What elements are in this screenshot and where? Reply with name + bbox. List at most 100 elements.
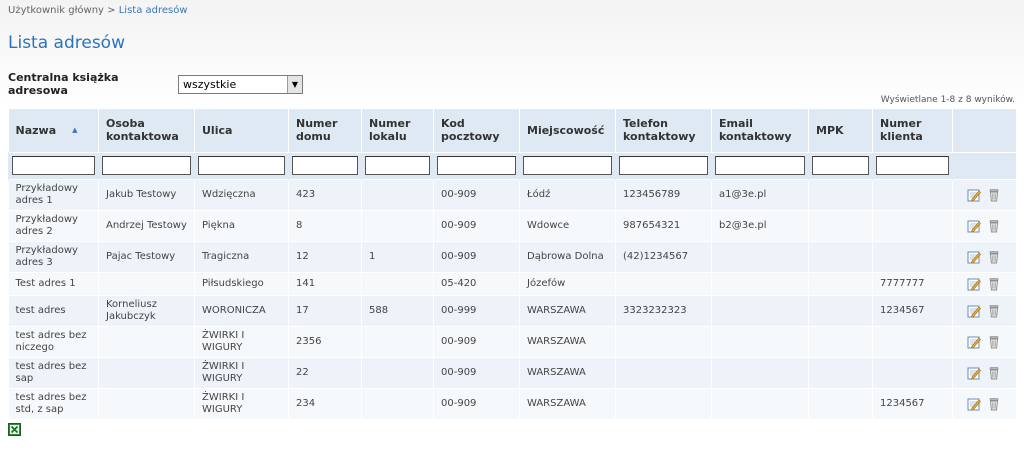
column-header-telefon-kontaktowy[interactable]: Telefon kontaktowy — [615, 109, 712, 152]
column-header-mpk[interactable]: MPK — [808, 109, 873, 152]
filter-miejscowosc-input[interactable] — [523, 156, 612, 175]
cell-mpk — [808, 240, 873, 272]
edit-icon[interactable] — [967, 397, 982, 411]
filter-numer-lokalu-input[interactable] — [365, 156, 430, 175]
results-count: Wyświetlane 1-8 z 8 wyników. — [880, 95, 1015, 105]
address-book-select[interactable]: wszystkie ▼ — [178, 74, 303, 94]
filter-ulica-input[interactable] — [198, 156, 285, 175]
cell-numer-domu: 234 — [288, 387, 362, 419]
cell-mpk — [808, 209, 873, 241]
edit-icon[interactable] — [967, 366, 982, 380]
edit-icon[interactable] — [967, 335, 982, 349]
delete-icon[interactable] — [987, 397, 1001, 411]
delete-icon[interactable] — [987, 304, 1001, 318]
cell-telefon-kontaktowy — [615, 387, 712, 419]
cell-mpk — [808, 178, 873, 210]
cell-kod-pocztowy: 00-999 — [433, 294, 520, 326]
cell-nazwa: Przykładowy adres 2 — [8, 209, 99, 241]
table-row: Test adres 1 Piłsudskiego 141 05-420 Józefów… — [8, 271, 1016, 295]
cell-osoba-kontaktowa — [98, 356, 195, 388]
filter-nazwa-input[interactable] — [12, 156, 95, 175]
edit-icon[interactable] — [967, 277, 982, 291]
address-table: Nazwa ▲ Osoba kontaktowa Ulica Numer domu… — [8, 109, 1016, 419]
cell-email-kontaktowy: a1@3e.pl — [711, 178, 809, 210]
cell-miejscowosc: Łódź — [519, 178, 616, 210]
cell-mpk — [808, 356, 873, 388]
breadcrumb-separator: > — [107, 5, 116, 16]
delete-icon[interactable] — [987, 335, 1001, 349]
edit-icon[interactable] — [967, 219, 982, 233]
edit-icon[interactable] — [967, 250, 982, 264]
table-header-row: Nazwa ▲ Osoba kontaktowa Ulica Numer domu… — [8, 109, 1016, 152]
cell-email-kontaktowy — [711, 271, 809, 295]
delete-icon[interactable] — [987, 188, 1001, 202]
column-header-numer-lokalu[interactable]: Numer lokalu — [361, 109, 434, 152]
cell-osoba-kontaktowa: Pajac Testowy — [98, 240, 195, 272]
cell-telefon-kontaktowy: 3323232323 — [615, 294, 712, 326]
filter-kod-pocztowy-input[interactable] — [437, 156, 516, 175]
page-title: Lista adresów — [8, 33, 125, 53]
cell-numer-klienta — [872, 209, 953, 241]
cell-kod-pocztowy: 00-909 — [433, 356, 520, 388]
cell-numer-klienta: 1234567 — [872, 387, 953, 419]
filter-numer-domu-input[interactable] — [292, 156, 358, 175]
chevron-down-icon[interactable]: ▼ — [287, 75, 302, 93]
excel-export-icon[interactable] — [8, 423, 21, 436]
breadcrumb-root[interactable]: Użytkownik główny — [8, 5, 104, 16]
delete-icon[interactable] — [987, 277, 1001, 291]
cell-numer-klienta — [872, 325, 953, 357]
cell-kod-pocztowy: 00-909 — [433, 387, 520, 419]
cell-numer-domu: 8 — [288, 209, 362, 241]
edit-icon[interactable] — [967, 304, 982, 318]
cell-miejscowosc: WARSZAWA — [519, 356, 616, 388]
column-header-email-kontaktowy[interactable]: Email kontaktowy — [711, 109, 809, 152]
column-header-nazwa[interactable]: Nazwa ▲ — [8, 109, 99, 152]
cell-telefon-kontaktowy — [615, 271, 712, 295]
cell-ulica: Tragiczna — [194, 240, 289, 272]
row-actions — [952, 387, 1016, 419]
cell-email-kontaktowy — [711, 387, 809, 419]
cell-ulica: ŻWIRKI I WIGURY — [194, 387, 289, 419]
table-row: test adres bez sap ŻWIRKI I WIGURY 22 00-90… — [8, 356, 1016, 388]
column-header-numer-klienta[interactable]: Numer klienta — [872, 109, 953, 152]
breadcrumb: Użytkownik główny > Lista adresów — [8, 5, 188, 16]
cell-kod-pocztowy: 00-909 — [433, 325, 520, 357]
cell-numer-lokalu — [361, 387, 434, 419]
filter-mpk-input[interactable] — [812, 156, 869, 175]
sort-ascending-icon[interactable]: ▲ — [72, 126, 77, 134]
edit-icon[interactable] — [967, 188, 982, 202]
cell-numer-domu: 423 — [288, 178, 362, 210]
column-header-osoba-kontaktowa[interactable]: Osoba kontaktowa — [98, 109, 195, 152]
cell-osoba-kontaktowa — [98, 271, 195, 295]
cell-email-kontaktowy: b2@3e.pl — [711, 209, 809, 241]
cell-mpk — [808, 271, 873, 295]
filter-email-input[interactable] — [715, 156, 805, 175]
column-header-actions — [952, 109, 1016, 152]
cell-telefon-kontaktowy — [615, 356, 712, 388]
column-header-miejscowosc[interactable]: Miejscowość — [519, 109, 616, 152]
cell-ulica: Piękna — [194, 209, 289, 241]
filter-numer-klienta-input[interactable] — [876, 156, 949, 175]
cell-osoba-kontaktowa — [98, 325, 195, 357]
cell-mpk — [808, 387, 873, 419]
delete-icon[interactable] — [987, 366, 1001, 380]
cell-numer-klienta: 7777777 — [872, 271, 953, 295]
cell-miejscowosc: Wdowce — [519, 209, 616, 241]
table-row: Przykładowy adres 3 Pajac Testowy Tragiczn… — [8, 240, 1016, 272]
filter-osoba-kontaktowa-input[interactable] — [102, 156, 191, 175]
breadcrumb-current[interactable]: Lista adresów — [119, 5, 188, 16]
table-row: test adres Korneliusz Jakubczyk WORONICZA 1… — [8, 294, 1016, 326]
cell-kod-pocztowy: 05-420 — [433, 271, 520, 295]
cell-kod-pocztowy: 00-909 — [433, 209, 520, 241]
column-header-numer-domu[interactable]: Numer domu — [288, 109, 362, 152]
cell-mpk — [808, 294, 873, 326]
column-header-kod-pocztowy[interactable]: Kod pocztowy — [433, 109, 520, 152]
page: Użytkownik główny > Lista adresów Lista … — [0, 0, 1024, 455]
delete-icon[interactable] — [987, 219, 1001, 233]
cell-numer-domu: 141 — [288, 271, 362, 295]
filter-telefon-input[interactable] — [619, 156, 708, 175]
delete-icon[interactable] — [987, 250, 1001, 264]
column-header-ulica[interactable]: Ulica — [194, 109, 289, 152]
cell-nazwa: test adres bez niczego — [8, 325, 99, 357]
cell-numer-lokalu — [361, 325, 434, 357]
